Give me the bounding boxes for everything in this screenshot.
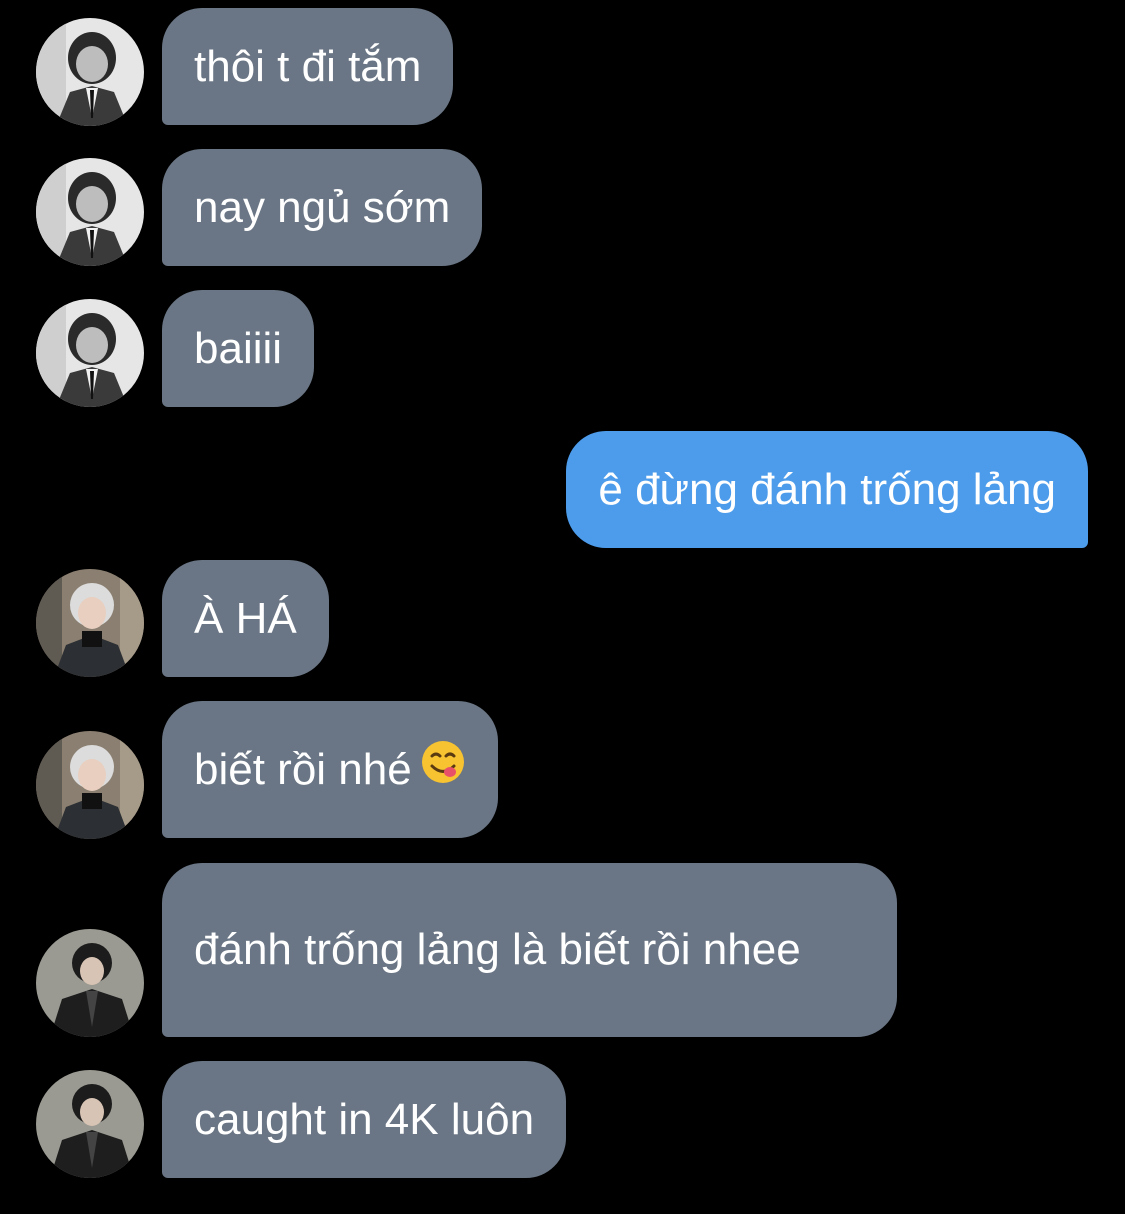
avatar-sender-a[interactable] <box>36 18 144 126</box>
avatar-sender-c[interactable] <box>36 1070 144 1178</box>
avatar-sender-b[interactable] <box>36 731 144 839</box>
message-bubble-incoming[interactable]: baiiii <box>162 290 315 407</box>
message-text: baiiii <box>194 323 283 373</box>
avatar-sender-a[interactable] <box>36 299 144 407</box>
message-text: caught in 4K luôn <box>194 1094 535 1144</box>
avatar-sender-b[interactable] <box>36 569 144 677</box>
message-bubble-incoming[interactable]: thôi t đi tắm <box>162 8 454 125</box>
face-savoring-food-icon <box>420 739 466 800</box>
message-text: thôi t đi tắm <box>194 41 422 91</box>
message-bubble-incoming[interactable]: đánh trống lảng là biết rồi nhee <box>162 863 897 1037</box>
message-bubble-incoming[interactable]: À HÁ <box>162 560 329 677</box>
message-text: đánh trống lảng là biết rồi nhee <box>194 925 801 974</box>
message-bubble-incoming[interactable]: caught in 4K luôn <box>162 1061 567 1178</box>
message-text: biết rồi nhé <box>194 744 412 794</box>
message-bubble-incoming[interactable]: biết rồi nhé <box>162 701 498 838</box>
avatar-sender-c[interactable] <box>36 929 144 1037</box>
message-bubble-incoming[interactable]: nay ngủ sớm <box>162 149 483 266</box>
avatar-sender-a[interactable] <box>36 158 144 266</box>
message-bubble-outgoing[interactable]: ê đừng đánh trống lảng <box>566 431 1088 548</box>
message-text: ê đừng đánh trống lảng <box>598 464 1056 514</box>
message-text: nay ngủ sớm <box>194 182 451 232</box>
message-text: À HÁ <box>194 593 297 643</box>
